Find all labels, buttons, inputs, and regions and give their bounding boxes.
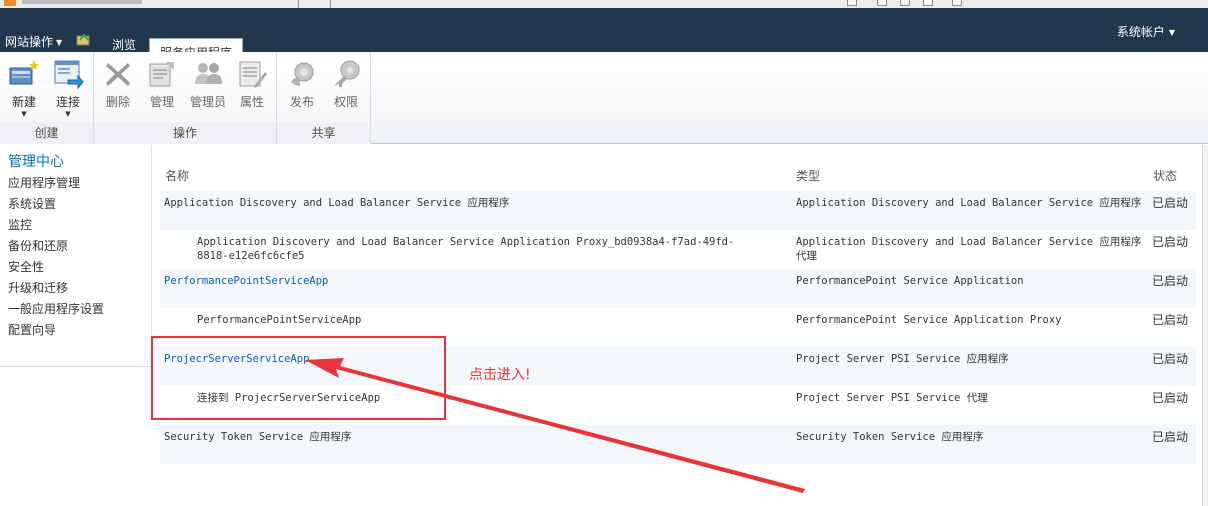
annotation-arrow-icon (305, 358, 805, 493)
